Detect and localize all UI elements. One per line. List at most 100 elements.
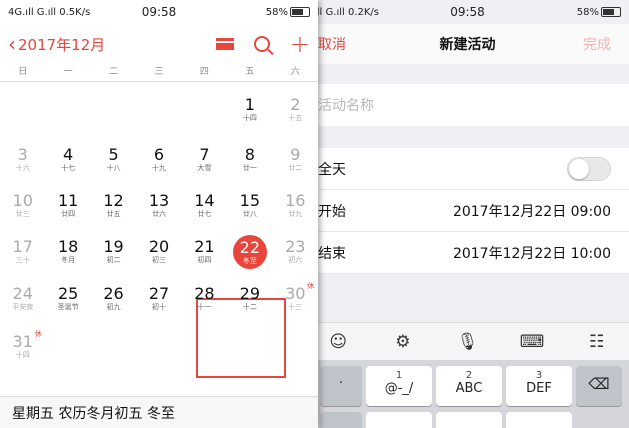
lunar-date: 冬月: [61, 256, 76, 264]
day-cell[interactable]: 14 廿七: [182, 192, 226, 219]
day-cell[interactable]: 29 十二: [228, 285, 272, 312]
weekday-label: 六: [290, 67, 300, 77]
day-cell[interactable]: 23 初六: [273, 238, 317, 265]
day-number: 3: [17, 145, 28, 164]
holiday-rest-badge: 休: [307, 282, 315, 290]
day-number: 4: [63, 145, 74, 164]
day-cell[interactable]: 9 廿二: [273, 146, 317, 173]
day-cell[interactable]: 18 冬月: [46, 238, 90, 265]
day-cell[interactable]: 15 廿八: [228, 192, 272, 219]
lunar-date: 初二: [106, 256, 121, 264]
day-number: 22: [239, 238, 261, 257]
settings-icon[interactable]: ⚙: [371, 332, 436, 352]
lunar-date: 十一: [197, 303, 212, 311]
lunar-date: 十九: [152, 164, 166, 172]
lunar-date: 初九: [106, 303, 121, 311]
day-number: 20: [148, 237, 170, 256]
day-cell[interactable]: 6 十九: [137, 146, 181, 173]
new-event-screen: ıll G.ıll 0.2K/s 09:58 58% 取消 新建活动 完成 活动…: [306, 0, 629, 428]
key-5[interactable]: [436, 412, 502, 428]
add-event-button[interactable]: +: [290, 32, 310, 56]
day-cell[interactable]: 4 十七: [46, 146, 90, 173]
signal-status: 4G.ıll G.ıll 0.5K/s: [8, 6, 91, 18]
clock: 09:58: [450, 5, 485, 19]
day-number: 17: [12, 237, 33, 256]
day-cell[interactable]: 2 十五: [273, 96, 317, 123]
key-6[interactable]: [506, 412, 572, 428]
key-2[interactable]: 2 ABC: [436, 366, 502, 406]
day-cell[interactable]: 10 廿三: [1, 192, 45, 219]
lunar-date: 十七: [61, 164, 76, 172]
day-number: 1: [244, 95, 255, 114]
day-cell-today[interactable]: 22 冬至: [228, 235, 272, 269]
day-cell[interactable]: 17 三十: [1, 238, 45, 265]
lunar-date: 十八: [106, 164, 121, 172]
key-4[interactable]: [366, 412, 432, 428]
start-value[interactable]: 2017年12月22日 09:00: [453, 201, 611, 221]
allday-row: 全天: [306, 148, 629, 190]
day-cell[interactable]: 7 大雪: [182, 146, 226, 173]
punctuation-key[interactable]: ·: [320, 366, 362, 406]
battery-icon: [290, 6, 311, 17]
list-view-icon[interactable]: [215, 38, 234, 50]
day-number: 23: [285, 237, 306, 256]
day-cell[interactable]: 25 圣诞节: [46, 285, 90, 312]
event-name-input[interactable]: 活动名称: [306, 84, 629, 126]
day-number: 12: [103, 191, 124, 210]
day-number: 19: [103, 237, 124, 256]
day-cell[interactable]: 13 廿六: [137, 192, 181, 219]
day-number: 21: [194, 237, 215, 256]
end-row[interactable]: 结束 2017年12月22日 10:00: [306, 232, 629, 274]
day-cell[interactable]: 26 初九: [92, 285, 136, 312]
day-cell[interactable]: 5 十八: [92, 146, 136, 173]
end-value[interactable]: 2017年12月22日 10:00: [453, 243, 611, 263]
key-row2-left[interactable]: [320, 412, 362, 428]
lunar-date: 廿四: [61, 210, 76, 218]
day-cell[interactable]: 24 平安夜: [1, 285, 45, 312]
lunar-date: 冬至: [242, 257, 257, 265]
day-number: 18: [57, 237, 79, 256]
weekday-label: 二: [109, 67, 119, 77]
backspace-key[interactable]: ⌫: [576, 366, 622, 406]
calendar-nav-bar: ‹ 2017年12月 +: [0, 24, 318, 64]
day-cell[interactable]: 16 廿九: [273, 192, 317, 219]
event-time-group: 全天 开始 2017年12月22日 09:00 结束 2017年12月22日 1…: [306, 148, 629, 274]
day-cell[interactable]: 11 廿四: [46, 192, 90, 219]
day-cell[interactable]: 21 初四: [182, 238, 226, 265]
keyboard-collapse-icon[interactable]: ☷: [564, 332, 629, 352]
day-cell[interactable]: 3 十六: [1, 146, 45, 173]
key-2-letters: ABC: [455, 381, 483, 396]
day-cell[interactable]: 12 廿五: [92, 192, 136, 219]
keyboard-toolbar: ☺ ⚙ 🎙 ⌨ ☷: [306, 322, 629, 360]
allday-toggle[interactable]: [567, 156, 611, 181]
status-bar: ıll G.ıll 0.2K/s 09:58 58%: [306, 0, 629, 24]
back-button[interactable]: ‹ 2017年12月: [8, 34, 216, 55]
key-1-number: 1: [395, 370, 403, 381]
day-cell[interactable]: 8 廿一: [228, 146, 272, 173]
search-icon[interactable]: [253, 36, 270, 52]
cancel-button[interactable]: 取消: [306, 34, 386, 54]
month-grid: 1 十四 2 十五 3 十六 4 十七 5 十八 6 十九 7 大雪 8 廿一 9 廿二 10 廿三 11 廿四 12 廿五 1…: [0, 82, 318, 400]
lunar-date: 十二: [242, 303, 257, 311]
lunar-date: 十六: [15, 164, 30, 172]
day-cell[interactable]: 27 初十: [137, 285, 181, 312]
day-cell[interactable]: 1 十四: [228, 96, 272, 123]
lunar-date: 初四: [197, 256, 212, 264]
key-3-letters: DEF: [526, 381, 552, 396]
day-cell[interactable]: 20 初三: [137, 238, 181, 265]
day-cell[interactable]: 28 十一: [182, 285, 226, 312]
page-title: 新建活动: [439, 37, 496, 53]
day-cell[interactable]: 19 初二: [92, 238, 136, 265]
weekday-label: 日: [18, 67, 28, 77]
key-3[interactable]: 3 DEF: [506, 366, 572, 406]
done-button[interactable]: 完成: [549, 34, 629, 54]
keyboard-icon[interactable]: ⌨: [500, 332, 565, 352]
day-number: 9: [290, 145, 301, 164]
start-row[interactable]: 开始 2017年12月22日 09:00: [306, 190, 629, 232]
day-number: 13: [148, 191, 170, 210]
microphone-icon[interactable]: 🎙: [435, 332, 500, 352]
day-number: 10: [12, 191, 33, 210]
day-number: 8: [244, 145, 255, 164]
key-1[interactable]: 1 @-_/: [366, 366, 432, 406]
day-number: 7: [199, 145, 210, 164]
